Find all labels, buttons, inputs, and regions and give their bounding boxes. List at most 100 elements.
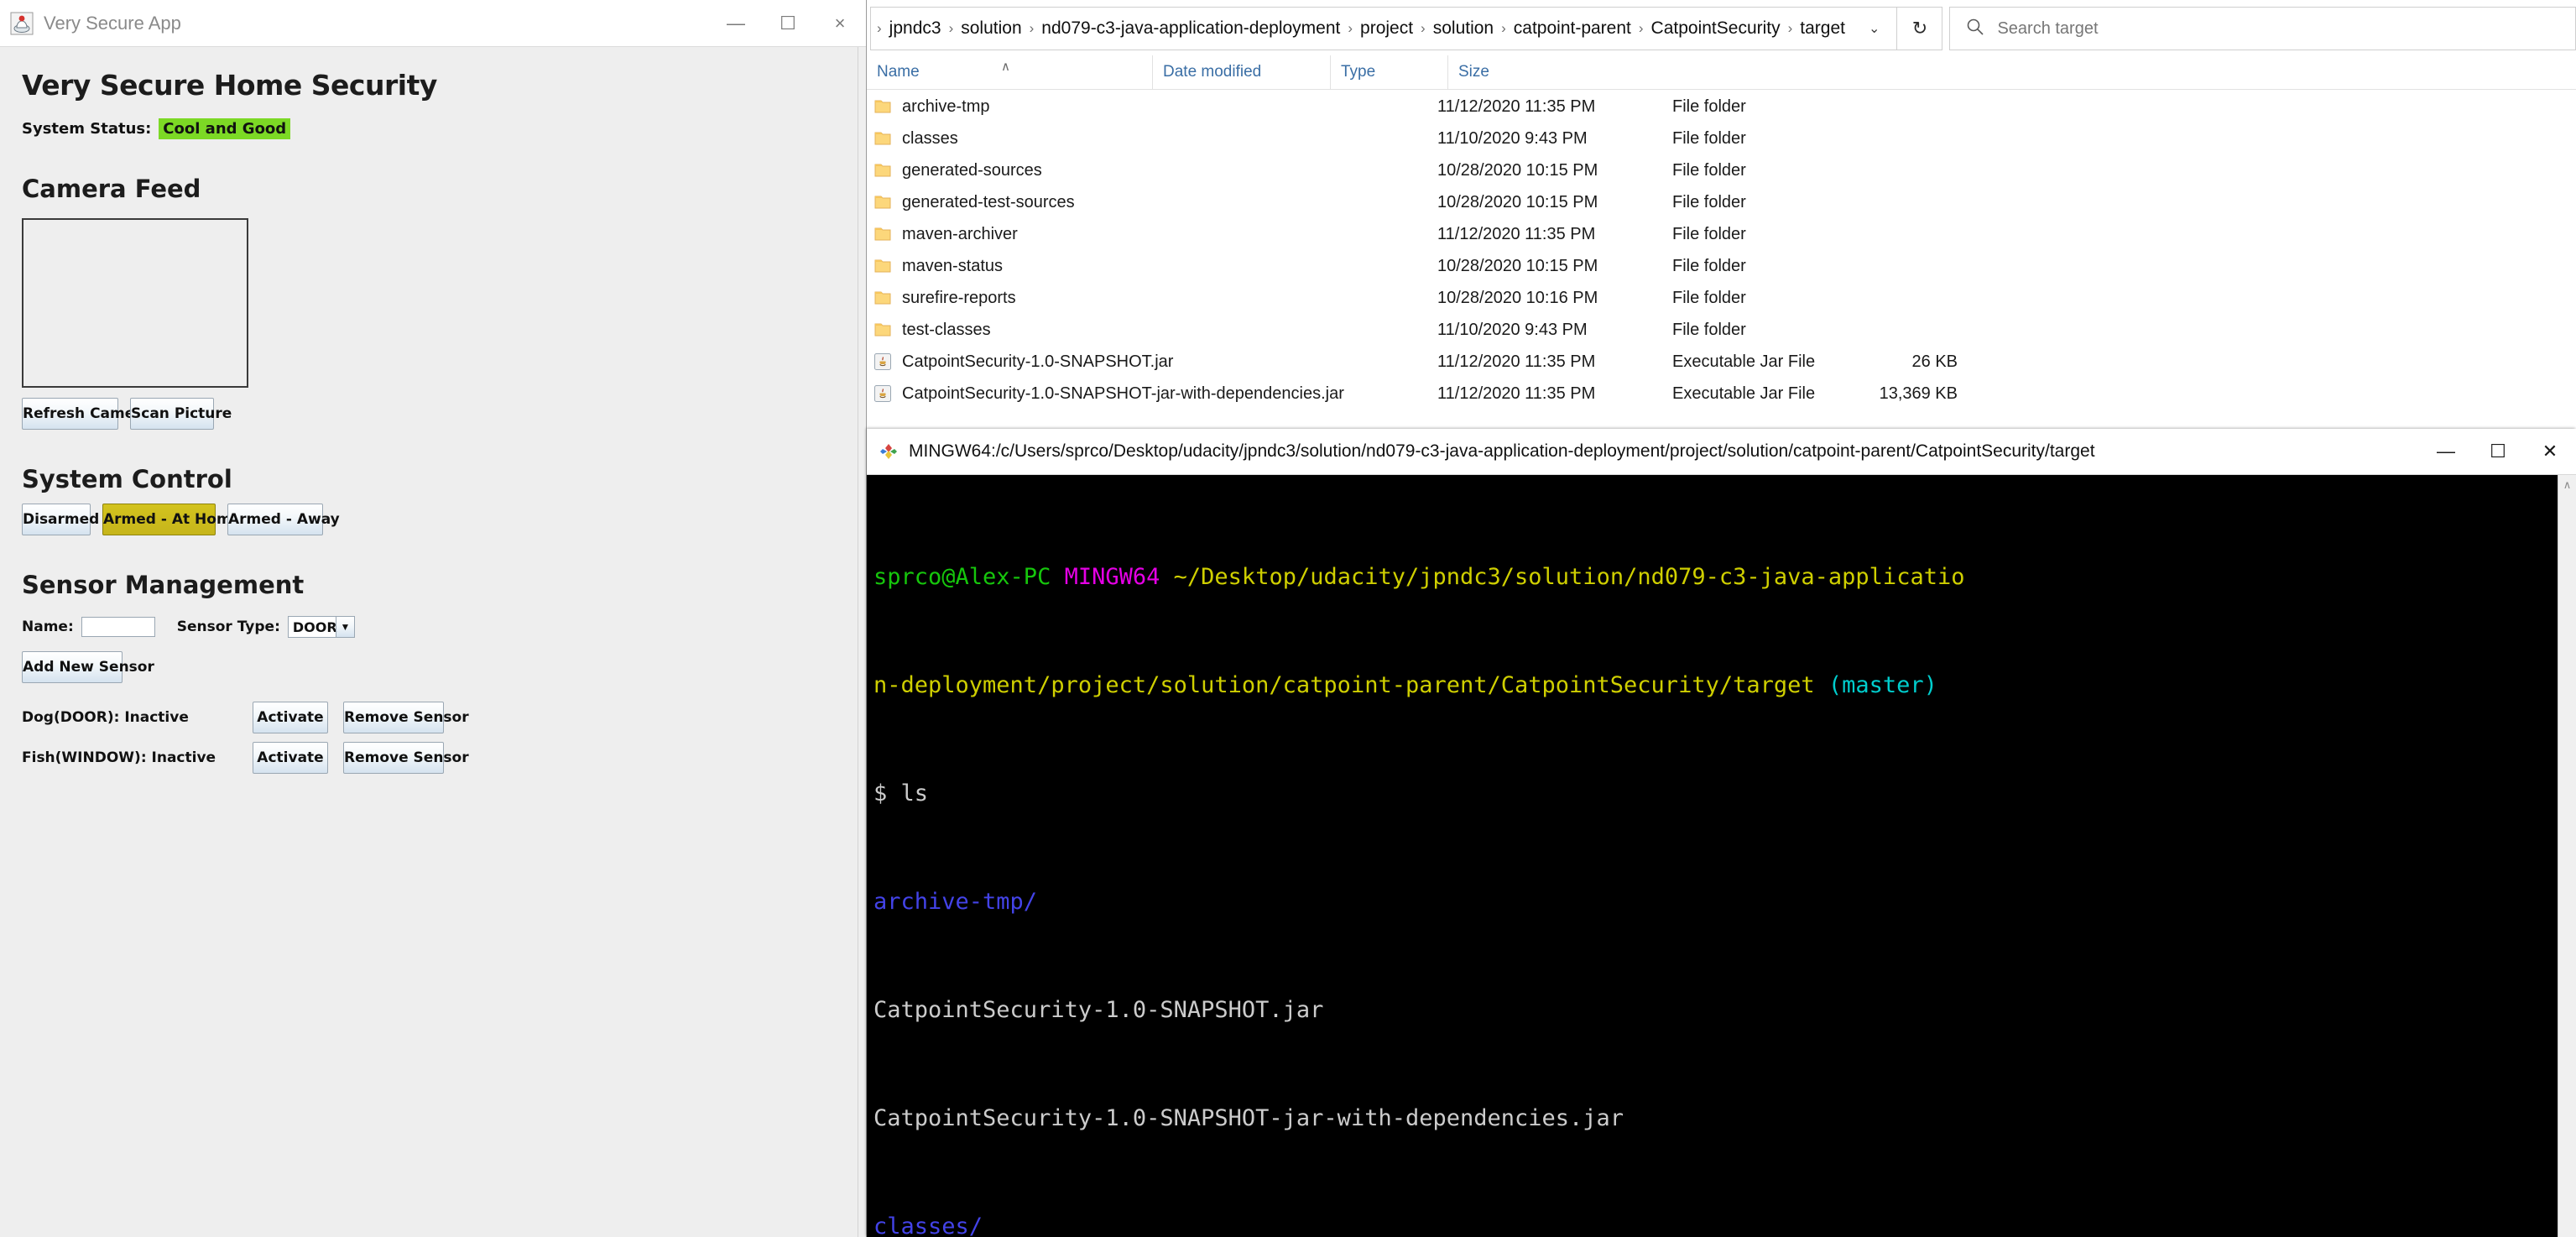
add-new-sensor-button[interactable]: Add New Sensor: [22, 651, 123, 683]
file-name-cell: generated-sources: [867, 161, 1437, 180]
scroll-up-icon[interactable]: ∧: [2558, 475, 2576, 495]
refresh-camera-button[interactable]: Refresh Camera: [22, 398, 118, 430]
sensor-name-input[interactable]: [81, 617, 155, 637]
list-item: Fish(WINDOW): Inactive Activate Remove S…: [22, 745, 837, 770]
scan-picture-button[interactable]: Scan Picture: [130, 398, 214, 430]
chevron-down-icon[interactable]: ▼: [336, 617, 354, 637]
maximize-button[interactable]: ☐: [762, 0, 814, 46]
breadcrumb-item-target[interactable]: target: [1793, 18, 1852, 39]
file-name: CatpointSecurity-1.0-SNAPSHOT-jar-with-d…: [902, 384, 1344, 404]
armed-at-home-button[interactable]: Armed - At Home: [102, 504, 216, 535]
terminal-title-bar[interactable]: MINGW64:/c/Users/sprco/Desktop/udacity/j…: [867, 429, 2576, 475]
remove-sensor-button[interactable]: Remove Sensor: [343, 742, 444, 774]
activate-sensor-button[interactable]: Activate: [253, 702, 328, 733]
breadcrumb-item-project[interactable]: project: [1353, 18, 1420, 39]
file-name-cell: CatpointSecurity-1.0-SNAPSHOT.jar: [867, 352, 1437, 372]
terminal-maximize-button[interactable]: ☐: [2472, 429, 2524, 474]
camera-button-row: Refresh Camera Scan Picture: [22, 398, 837, 430]
jar-icon: [873, 384, 892, 403]
table-row[interactable]: test-classes 11/10/2020 9:43 PM File fol…: [867, 314, 2576, 346]
terminal-close-button[interactable]: ✕: [2524, 429, 2576, 474]
breadcrumb-item-jpndc3[interactable]: jpndc3: [883, 18, 948, 39]
table-row[interactable]: maven-status 10/28/2020 10:15 PM File fo…: [867, 250, 2576, 282]
file-name: generated-test-sources: [902, 193, 1075, 212]
chevron-down-icon[interactable]: ⌄: [1852, 20, 1891, 37]
explorer-address-bar: › jpndc3 › solution › nd079-c3-java-appl…: [867, 0, 2576, 56]
terminal-path-line-1: ~/Desktop/udacity/jpndc3/solution/nd079-…: [1174, 564, 1965, 590]
file-type: File folder: [1672, 97, 1840, 117]
folder-icon: [873, 321, 892, 339]
table-row[interactable]: classes 11/10/2020 9:43 PM File folder: [867, 123, 2576, 154]
terminal-shell-name: MINGW64: [1065, 564, 1160, 590]
table-row[interactable]: archive-tmp 11/12/2020 11:35 PM File fol…: [867, 91, 2576, 123]
terminal-title: MINGW64:/c/Users/sprco/Desktop/udacity/j…: [909, 441, 2095, 462]
file-type: File folder: [1672, 225, 1840, 244]
armed-away-button[interactable]: Armed - Away: [227, 504, 323, 535]
file-name: test-classes: [902, 321, 991, 340]
column-header-size[interactable]: Size: [1447, 55, 1528, 89]
breadcrumb-item-nd079[interactable]: nd079-c3-java-application-deployment: [1035, 18, 1347, 39]
file-name-cell: generated-test-sources: [867, 193, 1437, 212]
table-row[interactable]: CatpointSecurity-1.0-SNAPSHOT.jar 11/12/…: [867, 346, 2576, 378]
breadcrumb-separator: ›: [1500, 20, 1507, 37]
sensor-type-label: Sensor Type:: [177, 618, 280, 635]
camera-feed-heading: Camera Feed: [22, 175, 837, 203]
file-name: surefire-reports: [902, 289, 1016, 308]
activate-sensor-button[interactable]: Activate: [253, 742, 328, 774]
folder-icon: [873, 225, 892, 243]
app-title-bar[interactable]: Very Secure App — ☐ ×: [0, 0, 866, 47]
mingw64-terminal-window: MINGW64:/c/Users/sprco/Desktop/udacity/j…: [867, 429, 2576, 1237]
breadcrumb-item-catpoint-parent[interactable]: catpoint-parent: [1507, 18, 1638, 39]
table-row[interactable]: generated-test-sources 10/28/2020 10:15 …: [867, 186, 2576, 218]
breadcrumb-item-catpointsecurity[interactable]: CatpointSecurity: [1645, 18, 1787, 39]
breadcrumb[interactable]: › jpndc3 › solution › nd079-c3-java-appl…: [870, 7, 1896, 50]
terminal-minimize-button[interactable]: —: [2420, 429, 2472, 474]
folder-icon: [873, 193, 892, 211]
window-controls: — ☐ ×: [710, 0, 866, 46]
remove-sensor-button[interactable]: Remove Sensor: [343, 702, 444, 733]
close-button[interactable]: ×: [814, 0, 866, 46]
file-date: 11/12/2020 11:35 PM: [1437, 384, 1672, 404]
column-header-date-modified[interactable]: Date modified: [1152, 55, 1330, 89]
system-status-label: System Status:: [22, 120, 151, 138]
file-name: generated-sources: [902, 161, 1042, 180]
terminal-command-ls: ls: [901, 780, 929, 806]
table-row[interactable]: surefire-reports 10/28/2020 10:16 PM Fil…: [867, 282, 2576, 314]
file-date: 11/12/2020 11:35 PM: [1437, 225, 1672, 244]
file-type: File folder: [1672, 129, 1840, 149]
disarmed-button[interactable]: Disarmed: [22, 504, 91, 535]
folder-icon: [873, 129, 892, 148]
file-name: archive-tmp: [902, 97, 989, 117]
table-row[interactable]: CatpointSecurity-1.0-SNAPSHOT-jar-with-d…: [867, 378, 2576, 410]
file-size: 26 KB: [1840, 352, 1958, 372]
file-date: 11/10/2020 9:43 PM: [1437, 321, 1672, 340]
status-badge: Cool and Good: [159, 118, 290, 139]
breadcrumb-item-solution-2[interactable]: solution: [1426, 18, 1500, 39]
refresh-button[interactable]: ↻: [1896, 7, 1942, 50]
table-row[interactable]: maven-archiver 11/12/2020 11:35 PM File …: [867, 218, 2576, 250]
terminal-ls-entry: CatpointSecurity-1.0-SNAPSHOT.jar: [873, 997, 1323, 1023]
file-name: CatpointSecurity-1.0-SNAPSHOT.jar: [902, 352, 1173, 372]
search-icon: [1965, 17, 1985, 41]
java-duke-icon: [10, 12, 34, 35]
search-input[interactable]: Search target: [1949, 7, 2576, 50]
sensor-type-select[interactable]: DOOR ▼: [288, 616, 355, 638]
minimize-button[interactable]: —: [710, 0, 762, 46]
file-date: 10/28/2020 10:15 PM: [1437, 193, 1672, 212]
terminal-vertical-scrollbar[interactable]: ∧: [2558, 475, 2576, 1237]
sensor-status-label: Dog(DOOR): Inactive: [22, 709, 253, 726]
terminal-ls-entry: classes/: [873, 1214, 983, 1237]
sensor-status-label: Fish(WINDOW): Inactive: [22, 749, 253, 766]
camera-feed-display[interactable]: [22, 218, 248, 388]
breadcrumb-separator: ›: [1029, 20, 1035, 37]
column-header-type[interactable]: Type: [1330, 55, 1447, 89]
terminal-output[interactable]: sprco@Alex-PC MINGW64 ~/Desktop/udacity/…: [867, 475, 2558, 1237]
app-vertical-scrollbar[interactable]: [858, 47, 866, 1237]
breadcrumb-item-solution[interactable]: solution: [954, 18, 1028, 39]
file-type: File folder: [1672, 257, 1840, 276]
column-header-name[interactable]: Name ∧: [867, 55, 1152, 89]
file-type: File folder: [1672, 289, 1840, 308]
file-date: 11/10/2020 9:43 PM: [1437, 129, 1672, 149]
table-row[interactable]: generated-sources 10/28/2020 10:15 PM Fi…: [867, 154, 2576, 186]
file-name-cell: archive-tmp: [867, 97, 1437, 117]
